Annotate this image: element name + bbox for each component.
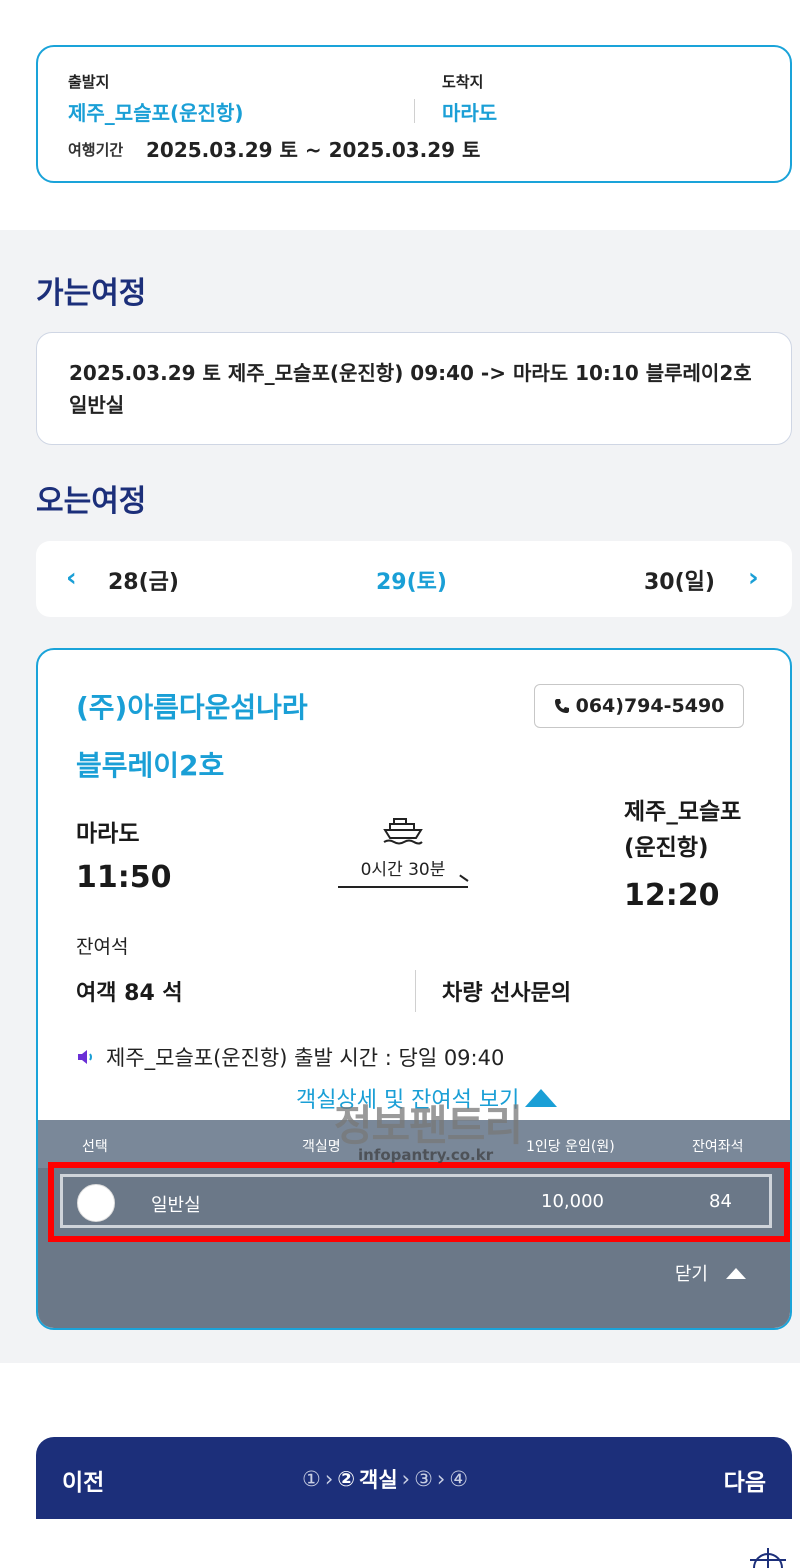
returning-title: 오는여정: [36, 484, 147, 519]
passenger-seats: 여객 84 석: [76, 981, 183, 1006]
arrival-port-line2: (운진항): [624, 835, 709, 861]
departure-notice: 제주_모슬포(운진항) 출발 시간 : 당일 09:40: [76, 1042, 504, 1072]
phone-number: 064)794-5490: [575, 695, 725, 717]
departure-time: 11:50: [76, 860, 172, 895]
chevron-right-icon: ›: [401, 1467, 411, 1491]
watermark-url: infopantry.co.kr: [358, 1146, 494, 1164]
phone-icon: [554, 699, 569, 713]
step-3: ③: [414, 1467, 433, 1491]
remaining-label: 잔여석: [76, 936, 129, 958]
ferry-icon: [383, 818, 423, 845]
arrival-port: 제주_모슬포 (운진항): [624, 794, 774, 866]
car-seats: 차량 선사문의: [442, 981, 572, 1006]
header-fare: 1인당 운임(원): [526, 1139, 615, 1155]
date-current[interactable]: 29(토): [376, 564, 447, 596]
going-itinerary-box: 2025.03.29 토 제주_모슬포(운진항) 09:40 -> 마라도 10…: [36, 332, 792, 445]
step-2-label: 객실: [359, 1468, 398, 1492]
close-button[interactable]: 닫기: [675, 1260, 746, 1286]
going-title: 가는여정: [36, 276, 147, 311]
going-line1: 2025.03.29 토 제주_모슬포(운진항) 09:40 -> 마라도 10…: [69, 361, 752, 385]
departure-label: 출발지: [68, 73, 110, 91]
triangle-up-icon: [726, 1267, 746, 1279]
seats-divider: [415, 970, 416, 1012]
watermark: 정보팬트리: [333, 1101, 523, 1150]
departure-port: 마라도: [76, 821, 140, 847]
selection-highlight: [48, 1162, 790, 1242]
date-selector: ‹ 28(금) 29(토) 30(일) ›: [36, 541, 792, 617]
step-1: ①: [302, 1467, 321, 1491]
phone-button[interactable]: 064)794-5490: [534, 684, 744, 728]
step-4: ④: [449, 1467, 469, 1491]
ship-name: 블루레이2호: [76, 749, 225, 782]
period-value: 2025.03.29 토 ~ 2025.03.29 토: [146, 138, 481, 162]
next-button[interactable]: 다음: [724, 1463, 766, 1497]
summary-section: 출발지 제주_모슬포(운진항) 도착지 마라도 여행기간 2025.03.29 …: [0, 0, 800, 230]
step-2: ②: [337, 1467, 356, 1491]
ship-wheel-icon: [750, 1548, 786, 1568]
chevron-right-icon: ›: [324, 1467, 334, 1491]
departure-value: 제주_모슬포(운진항): [68, 101, 244, 125]
route-summary-box: 출발지 제주_모슬포(운진항) 도착지 마라도 여행기간 2025.03.29 …: [36, 45, 792, 183]
bottom-navigation: 이전 ① › ② 객실 › ③ › ④ 다음: [36, 1437, 792, 1519]
chevron-right-icon[interactable]: ›: [748, 563, 759, 593]
prev-button[interactable]: 이전: [62, 1463, 104, 1497]
duration-text: 0시간 30분: [360, 860, 446, 880]
voyage-card: (주)아름다운섬나라 블루레이2호 064)794-5490 마라도 11:50…: [36, 648, 792, 1330]
arrival-label: 도착지: [442, 73, 484, 91]
company-name: (주)아름다운섬나라: [76, 691, 308, 724]
notice-text: 제주_모슬포(운진항) 출발 시간 : 당일 09:40: [106, 1046, 505, 1070]
triangle-up-icon: [525, 1089, 558, 1107]
duration-line: [338, 886, 468, 888]
date-prev[interactable]: 28(금): [108, 564, 179, 596]
itinerary-section: 가는여정 2025.03.29 토 제주_모슬포(운진항) 09:40 -> 마…: [0, 230, 800, 1363]
header-select: 선택: [82, 1139, 108, 1155]
chevron-right-icon: ›: [436, 1467, 446, 1491]
arrival-value: 마라도: [442, 101, 498, 125]
speaker-icon: [78, 1050, 92, 1064]
chevron-left-icon[interactable]: ‹: [66, 563, 77, 593]
summary-divider: [414, 99, 415, 123]
arrival-time: 12:20: [624, 878, 720, 913]
period-label: 여행기간: [68, 141, 124, 159]
close-label: 닫기: [674, 1264, 708, 1285]
date-next[interactable]: 30(일): [644, 564, 715, 596]
arrival-port-line1: 제주_모슬포: [624, 799, 742, 825]
header-remaining: 잔여좌석: [692, 1139, 744, 1155]
step-indicator: ① › ② 객실 › ③ › ④: [302, 1464, 468, 1494]
going-line2: 일반실: [69, 393, 125, 417]
